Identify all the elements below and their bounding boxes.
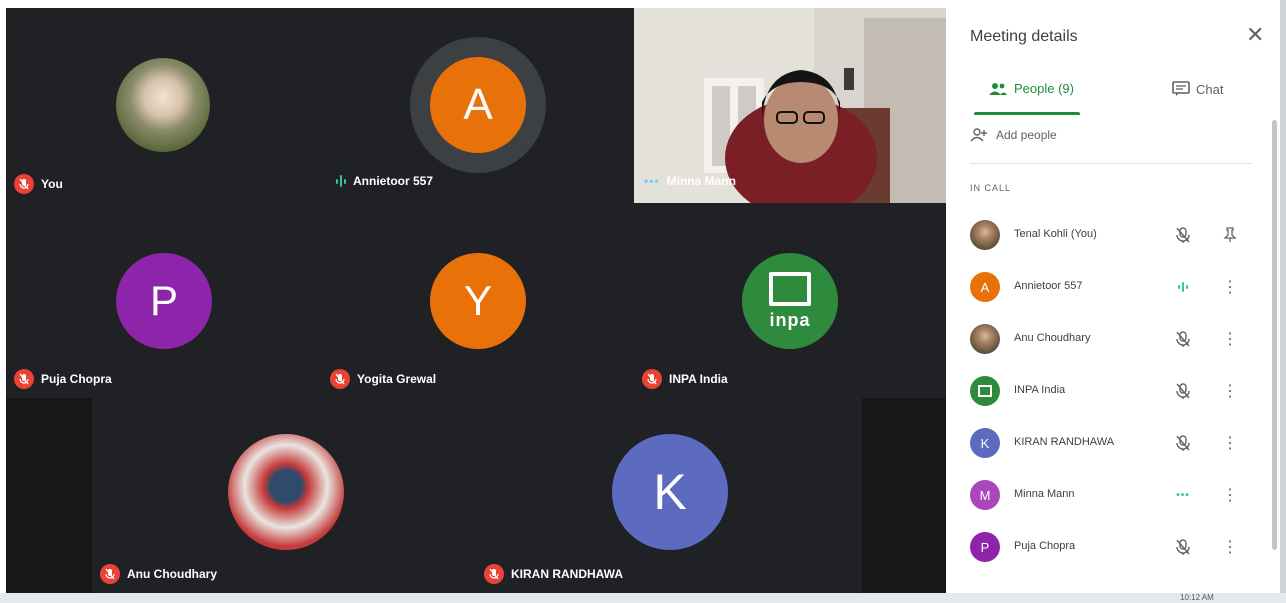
participant-avatar: P xyxy=(970,532,1000,562)
people-icon xyxy=(989,82,1007,95)
participant-row[interactable]: Anu Choudhary ⋮ xyxy=(946,317,1266,361)
participant-name: INPA India xyxy=(1014,384,1066,396)
video-grid: You A Annietoor 557 ••• Minna Mann P Puj… xyxy=(6,8,946,593)
tile-label-you: You xyxy=(14,174,63,194)
tile-name: KIRAN RANDHAWA xyxy=(511,567,623,581)
mic-off-icon xyxy=(14,369,34,389)
avatar-inpa-logo: inpa xyxy=(742,253,838,349)
participant-name: Minna Mann xyxy=(1014,488,1075,500)
participant-name: KIRAN RANDHAWA xyxy=(1014,436,1115,448)
tile-label-kiran: KIRAN RANDHAWA xyxy=(484,564,623,584)
tile-you[interactable]: You xyxy=(6,8,318,203)
avatar-puja: P xyxy=(116,253,212,349)
tab-people-label: People (9) xyxy=(1014,81,1074,96)
tab-people[interactable]: People (9) xyxy=(988,81,1074,96)
participant-row[interactable]: P Puja Chopra ⋮ xyxy=(946,525,1266,569)
more-icon[interactable]: ⋮ xyxy=(1222,276,1238,298)
mic-off-icon xyxy=(14,174,34,194)
participant-name: Puja Chopra xyxy=(1014,540,1076,552)
tile-label-inpa: INPA India xyxy=(642,369,728,389)
more-icon[interactable]: ⋮ xyxy=(1222,432,1238,454)
participant-name: Annietoor 557 xyxy=(1014,280,1083,292)
mic-muted-icon[interactable] xyxy=(1172,380,1194,402)
participant-name: Tenal Kohli (You) xyxy=(1014,228,1097,240)
participant-name: Anu Choudhary xyxy=(1014,332,1091,344)
activity-dots-icon[interactable]: ••• xyxy=(1172,484,1194,506)
tile-label-annietoor: Annietoor 557 xyxy=(336,174,433,188)
avatar-annietoor: A xyxy=(430,57,526,153)
tile-label-puja: Puja Chopra xyxy=(14,369,112,389)
tile-name: Puja Chopra xyxy=(41,372,112,386)
avatar-anu xyxy=(228,434,344,550)
tile-yogita[interactable]: Y Yogita Grewal xyxy=(318,203,634,398)
window-edge xyxy=(1280,0,1286,603)
participant-row[interactable]: M Minna Mann ••• ⋮ xyxy=(946,473,1266,517)
panel-title: Meeting details xyxy=(970,28,1078,45)
side-filler-left xyxy=(6,398,92,593)
participant-avatar xyxy=(970,220,1000,250)
tile-label-yogita: Yogita Grewal xyxy=(330,369,436,389)
tile-name: You xyxy=(41,177,63,191)
participant-avatar xyxy=(970,376,1000,406)
tile-name: Minna Mann xyxy=(666,174,736,188)
mic-off-icon xyxy=(642,369,662,389)
mic-off-icon xyxy=(330,369,350,389)
tile-anu[interactable]: Anu Choudhary xyxy=(92,398,476,593)
tile-puja[interactable]: P Puja Chopra xyxy=(6,203,318,398)
add-people-label: Add people xyxy=(996,128,1057,142)
active-tab-indicator xyxy=(974,112,1080,115)
tile-name: Anu Choudhary xyxy=(127,567,217,581)
close-icon[interactable]: ✕ xyxy=(1246,22,1264,48)
meet-window: You A Annietoor 557 ••• Minna Mann P Puj… xyxy=(0,0,1286,603)
chat-icon xyxy=(1172,81,1190,96)
divider xyxy=(970,163,1252,164)
avatar-you xyxy=(116,58,210,152)
tab-chat-label: Chat xyxy=(1196,81,1224,97)
more-icon[interactable]: ⋮ xyxy=(1222,484,1238,506)
tile-annietoor[interactable]: A Annietoor 557 xyxy=(318,8,634,203)
participant-avatar: M xyxy=(970,480,1000,510)
mic-muted-icon[interactable] xyxy=(1172,224,1194,246)
tile-name: Annietoor 557 xyxy=(353,174,434,188)
pin-icon[interactable] xyxy=(1222,224,1238,246)
taskbar-clock: 10:12 AM xyxy=(1180,593,1214,602)
more-icon[interactable]: ⋮ xyxy=(1222,328,1238,350)
in-call-heading: IN CALL xyxy=(970,183,1012,193)
avatar-kiran: K xyxy=(612,434,728,550)
tile-kiran[interactable]: K KIRAN RANDHAWA xyxy=(476,398,862,593)
participant-avatar: A xyxy=(970,272,1000,302)
participant-avatar: K xyxy=(970,428,1000,458)
mic-off-icon xyxy=(484,564,504,584)
more-icon[interactable]: ⋮ xyxy=(1222,380,1238,402)
add-person-icon xyxy=(970,128,987,142)
participant-row[interactable]: Tenal Kohli (You) xyxy=(946,213,1266,257)
side-filler-right xyxy=(862,398,946,593)
tile-label-minna: ••• Minna Mann xyxy=(644,174,736,188)
speaking-icon[interactable] xyxy=(1172,276,1194,298)
mic-muted-icon[interactable] xyxy=(1172,536,1194,558)
mic-muted-icon[interactable] xyxy=(1172,432,1194,454)
tile-label-anu: Anu Choudhary xyxy=(100,564,217,584)
participant-avatar xyxy=(970,324,1000,354)
meeting-details-panel: Meeting details ✕ People (9) Chat Add pe… xyxy=(946,8,1280,593)
mic-muted-icon[interactable] xyxy=(1172,328,1194,350)
activity-dots-icon: ••• xyxy=(644,174,660,188)
panel-scrollbar[interactable] xyxy=(1272,120,1277,550)
tile-minna-video[interactable]: ••• Minna Mann xyxy=(634,8,946,203)
tile-name: Yogita Grewal xyxy=(357,372,437,386)
taskbar xyxy=(0,593,1286,603)
tab-chat[interactable]: Chat xyxy=(1172,81,1223,97)
tile-name: INPA India xyxy=(669,372,728,386)
more-icon[interactable]: ⋮ xyxy=(1222,536,1238,558)
tile-inpa[interactable]: inpa INPA India xyxy=(634,203,946,398)
participant-row[interactable]: K KIRAN RANDHAWA ⋮ xyxy=(946,421,1266,465)
participant-row[interactable]: A Annietoor 557 ⋮ xyxy=(946,265,1266,309)
add-people-button[interactable]: Add people xyxy=(970,128,1057,142)
avatar-yogita: Y xyxy=(430,253,526,349)
participant-row[interactable]: INPA India ⋮ xyxy=(946,369,1266,413)
speaking-icon xyxy=(336,174,346,188)
mic-off-icon xyxy=(100,564,120,584)
